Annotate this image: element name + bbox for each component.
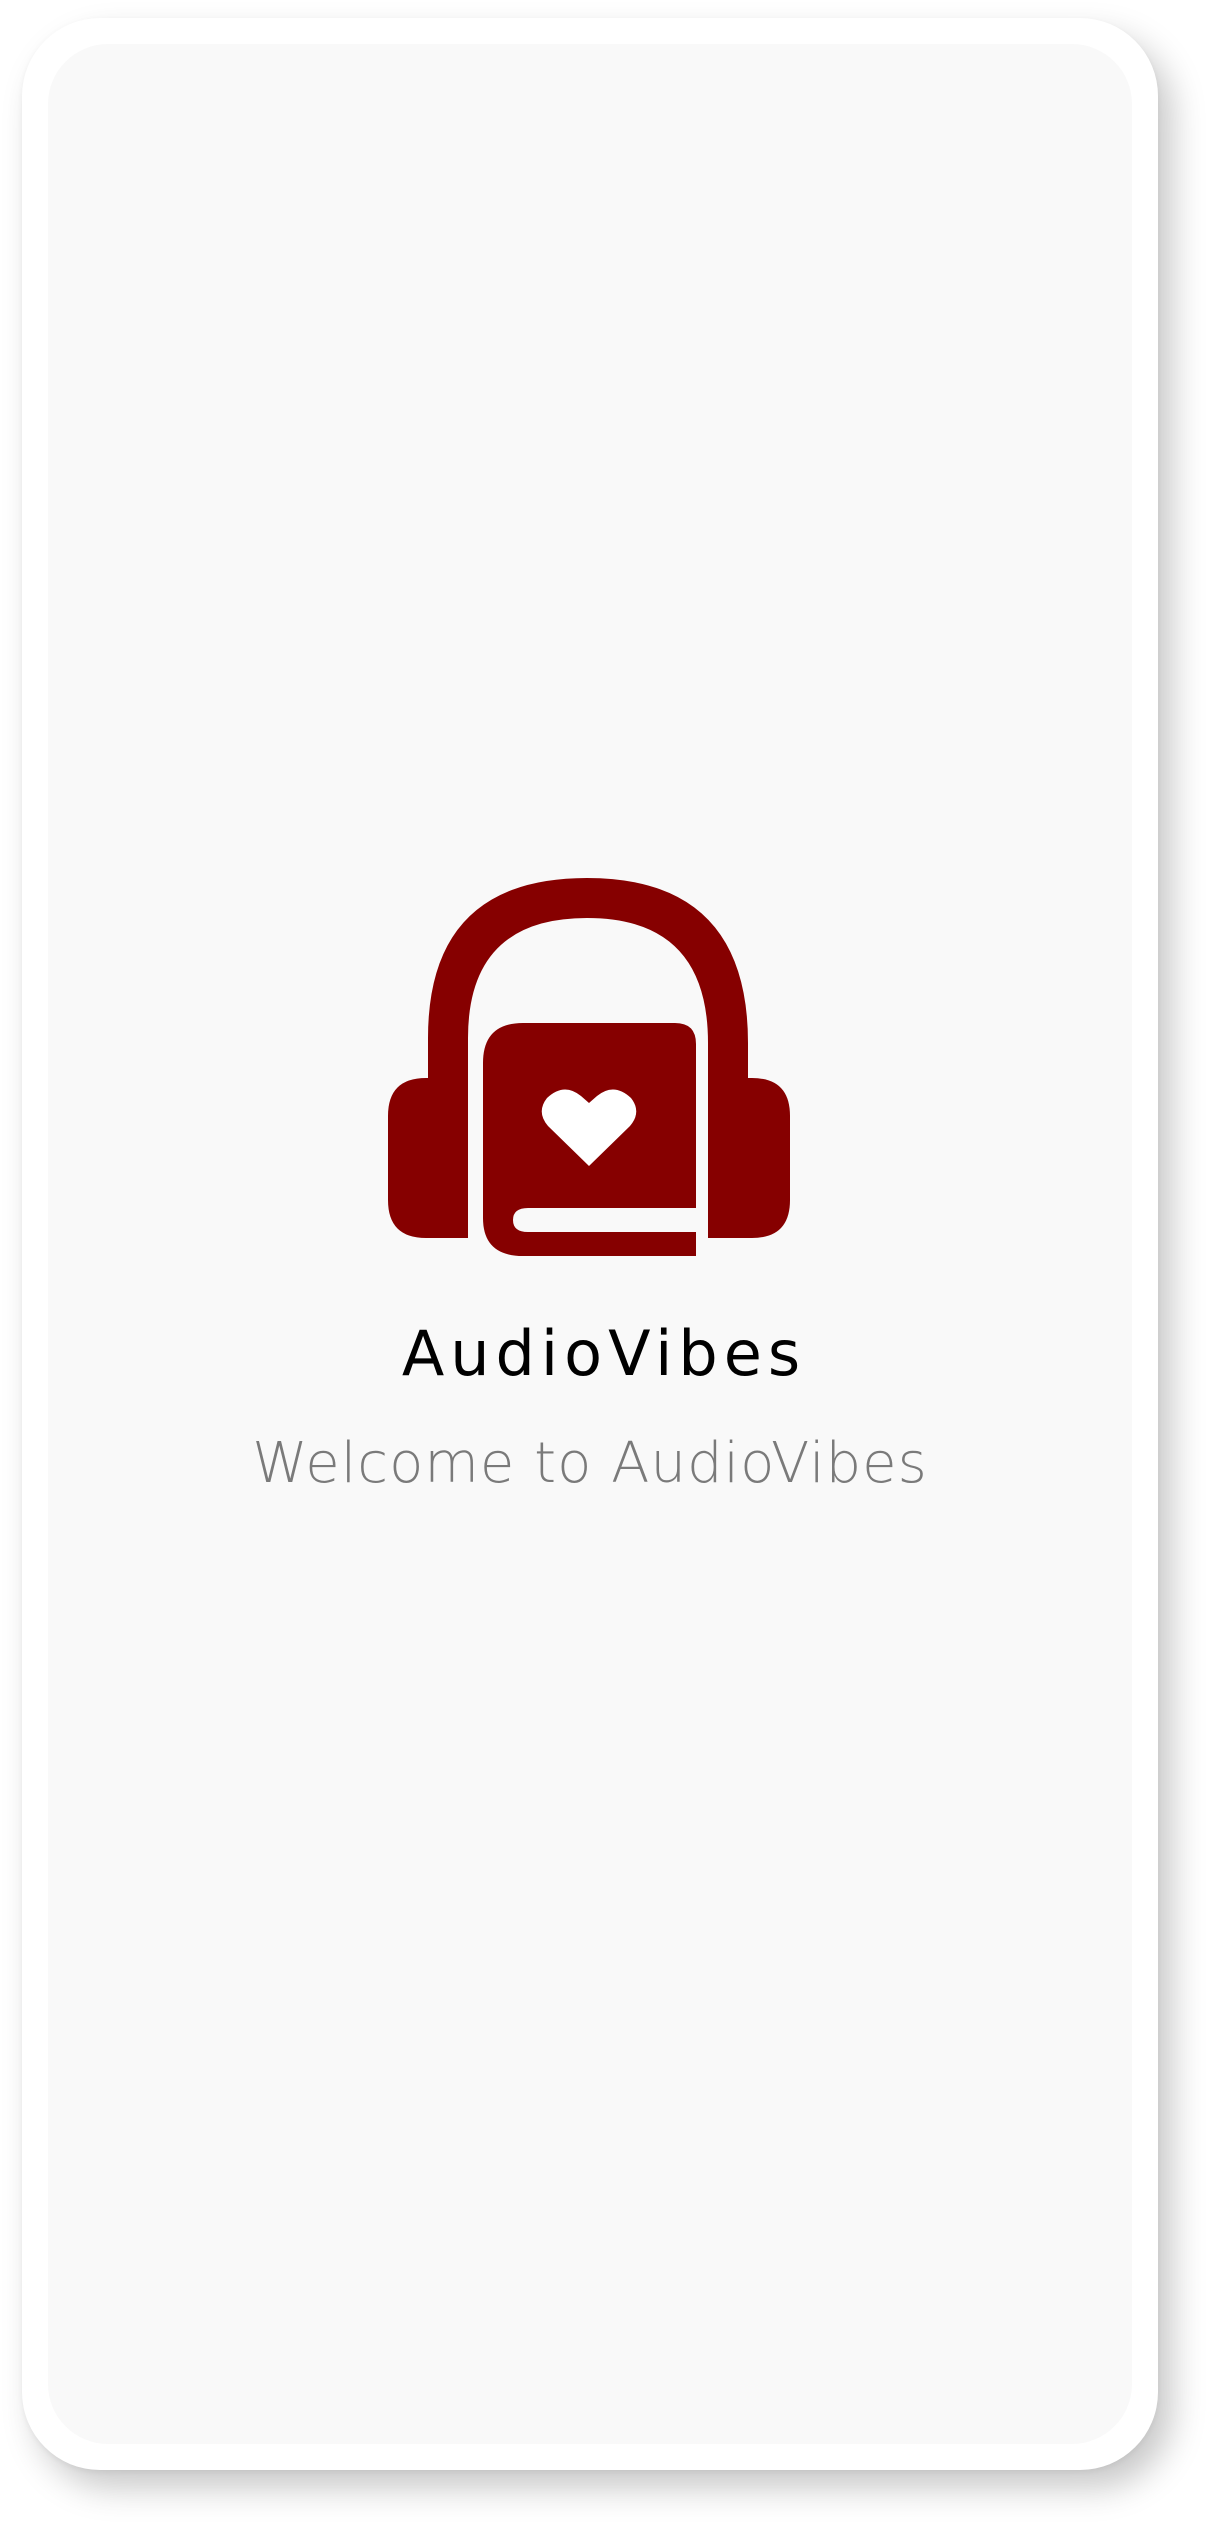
headphones-book-heart-icon: [388, 878, 790, 1262]
welcome-message: Welcome to AudioVibes: [252, 1431, 928, 1496]
app-title: AudioVibes: [401, 1317, 807, 1390]
splash-stage: AudioVibes Welcome to AudioVibes: [0, 0, 1208, 2528]
